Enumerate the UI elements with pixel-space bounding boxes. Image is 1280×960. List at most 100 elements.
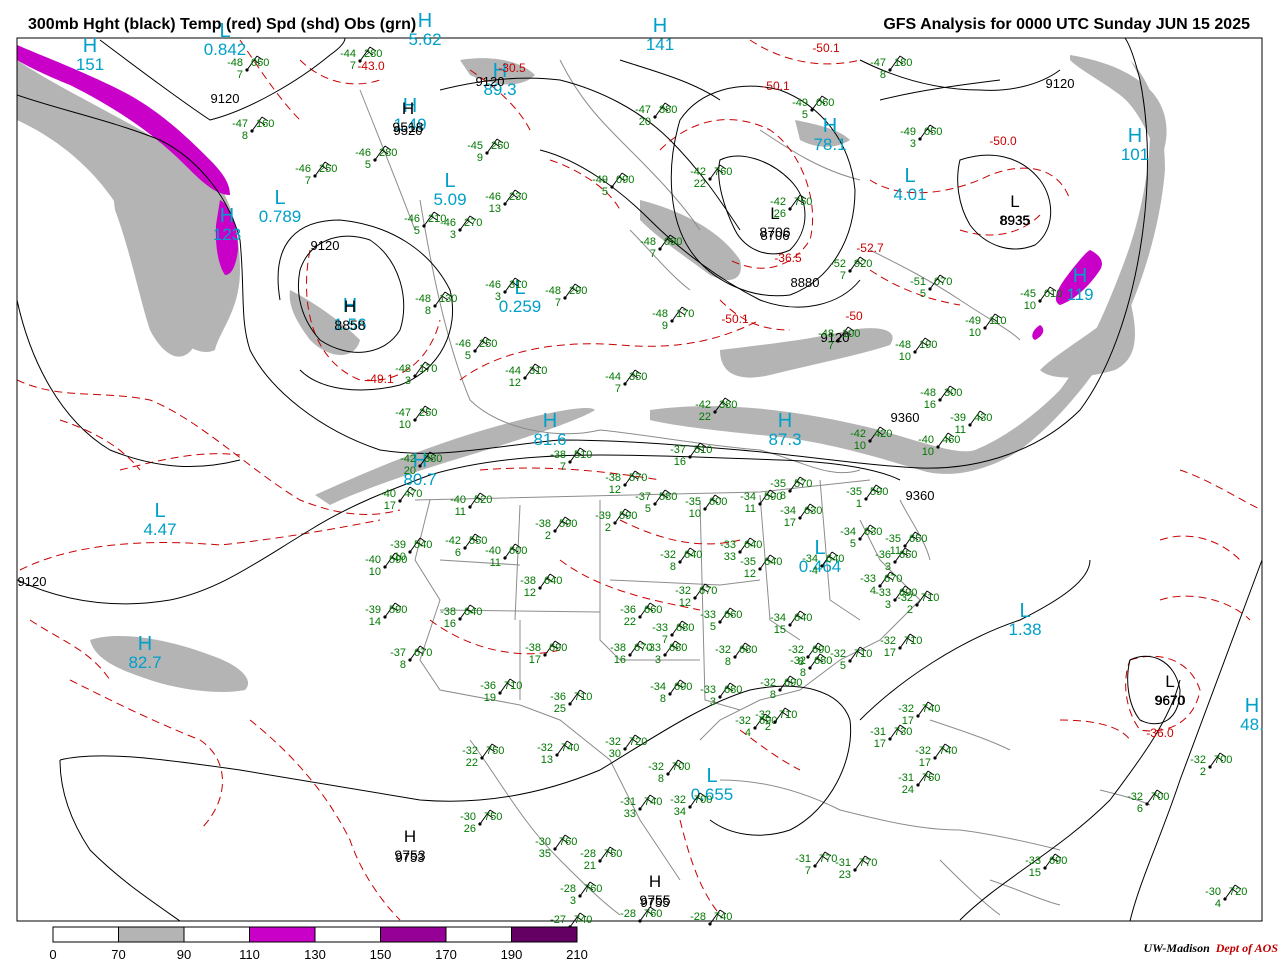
station-temperature: -32 bbox=[915, 745, 931, 757]
station-dewpoint-depression: 8 bbox=[242, 130, 248, 142]
height-contour-label: 8706 bbox=[761, 228, 790, 243]
station-dewpoint-depression: 14 bbox=[369, 616, 381, 628]
station-temperature: -42 bbox=[770, 196, 786, 208]
pressure-center-symbol: L bbox=[444, 170, 455, 192]
station-dewpoint-depression: 24 bbox=[902, 784, 914, 796]
station-temperature: -32 bbox=[897, 592, 913, 604]
station-height: 730 bbox=[894, 726, 912, 738]
station-dewpoint-depression: 7 bbox=[350, 60, 356, 72]
station-height: 090 bbox=[664, 236, 682, 248]
station-height: 720 bbox=[629, 736, 647, 748]
pressure-center-symbol: H bbox=[653, 15, 667, 37]
station-dewpoint-depression: 7 bbox=[662, 634, 668, 646]
pressure-center-value: 0.259 bbox=[499, 297, 542, 316]
station-dewpoint-depression: 34 bbox=[674, 806, 686, 818]
station-temperature: -28 bbox=[690, 911, 706, 923]
height-contour-label: 9670 bbox=[1156, 693, 1185, 708]
station-temperature: -32 bbox=[760, 677, 776, 689]
station-temperature: -48 bbox=[818, 328, 834, 340]
station-temperature: -36 bbox=[550, 691, 566, 703]
station-temperature: -46 bbox=[485, 191, 501, 203]
station-height: 640 bbox=[464, 606, 482, 618]
temperature-label: -50.1 bbox=[812, 41, 840, 55]
temperature-label: -36.5 bbox=[774, 251, 802, 265]
station-dewpoint-depression: 11 bbox=[490, 557, 501, 569]
station-height: 230 bbox=[509, 191, 527, 203]
station-dewpoint-depression: 4 bbox=[745, 727, 751, 739]
pressure-center-value: 81.6 bbox=[533, 430, 566, 449]
station-height: 690 bbox=[549, 642, 567, 654]
station-height: 710 bbox=[779, 709, 797, 721]
station-height: 310 bbox=[509, 279, 527, 291]
pressure-center-value: 4.01 bbox=[893, 185, 926, 204]
station-temperature: -45 bbox=[467, 140, 483, 152]
station-height: 310 bbox=[529, 365, 547, 377]
station-temperature: -35 bbox=[885, 533, 901, 545]
station-temperature: -44 bbox=[340, 48, 356, 60]
station-temperature: -31 bbox=[835, 857, 851, 869]
pressure-center-symbol: H bbox=[823, 115, 837, 137]
pressure-center-value: 5.09 bbox=[433, 190, 466, 209]
station-temperature: -31 bbox=[870, 726, 886, 738]
station-height: 670 bbox=[884, 573, 902, 585]
station-dewpoint-depression: 3 bbox=[495, 291, 501, 303]
height-center-symbol: H bbox=[402, 99, 414, 118]
station-temperature: -30 bbox=[460, 811, 476, 823]
station-height: 590 bbox=[389, 604, 407, 616]
station-dewpoint-depression: 5 bbox=[710, 621, 716, 633]
pressure-center-value: 87.3 bbox=[768, 430, 801, 449]
station-temperature: -32 bbox=[1127, 791, 1143, 803]
station-temperature: -35 bbox=[685, 496, 701, 508]
station-height: 590 bbox=[870, 486, 888, 498]
station-dewpoint-depression: 12 bbox=[524, 587, 536, 599]
station-height: 060 bbox=[816, 97, 834, 109]
station-temperature: -48 bbox=[640, 236, 656, 248]
station-height: 680 bbox=[676, 622, 694, 634]
pressure-center-symbol: H bbox=[418, 10, 432, 32]
pressure-center-value: 1.38 bbox=[1008, 620, 1041, 639]
station-height: 280 bbox=[364, 48, 382, 60]
station-height: 380 bbox=[719, 399, 737, 411]
station-temperature: -44 bbox=[605, 371, 621, 383]
station-height: 300 bbox=[944, 387, 962, 399]
station-dewpoint-depression: 9 bbox=[662, 320, 668, 332]
station-temperature: -39 bbox=[595, 510, 611, 522]
pressure-center-value: 4.47 bbox=[143, 520, 176, 539]
station-height: 670 bbox=[699, 585, 717, 597]
station-dewpoint-depression: 3 bbox=[885, 599, 891, 611]
station-dewpoint-depression: 12 bbox=[509, 377, 521, 389]
station-height: 640 bbox=[794, 612, 812, 624]
station-height: 680 bbox=[814, 655, 832, 667]
station-temperature: -42 bbox=[850, 428, 866, 440]
station-temperature: -32 bbox=[830, 648, 846, 660]
station-temperature: -31 bbox=[795, 853, 811, 865]
station-height: 520 bbox=[474, 494, 492, 506]
station-temperature: -32 bbox=[898, 703, 914, 715]
pressure-center-symbol: H bbox=[220, 205, 234, 227]
station-temperature: -49 bbox=[900, 126, 916, 138]
station-dewpoint-depression: 2 bbox=[907, 604, 913, 616]
station-height: 050 bbox=[924, 126, 942, 138]
station-height: 470 bbox=[404, 488, 422, 500]
station-temperature: -37 bbox=[670, 444, 686, 456]
station-height: 750 bbox=[484, 811, 502, 823]
station-dewpoint-depression: 35 bbox=[539, 848, 551, 860]
station-dewpoint-depression: 10 bbox=[969, 327, 981, 339]
station-temperature: -42 bbox=[690, 166, 706, 178]
station-dewpoint-depression: 16 bbox=[444, 618, 456, 630]
pressure-center-symbol: H bbox=[1128, 125, 1142, 147]
station-temperature: -37 bbox=[635, 491, 651, 503]
pressure-center-value: 151 bbox=[76, 55, 104, 74]
station-height: 740 bbox=[574, 914, 592, 926]
station-dewpoint-depression: 21 bbox=[584, 860, 596, 872]
station-temperature: -27 bbox=[550, 914, 566, 926]
temperature-label: -50 bbox=[845, 309, 863, 323]
pressure-center-symbol: L bbox=[706, 765, 717, 787]
station-dewpoint-depression: 26 bbox=[464, 823, 476, 835]
station-height: 280 bbox=[379, 147, 397, 159]
height-contour-label: 9120 bbox=[211, 91, 240, 106]
pressure-center-value: 141 bbox=[646, 35, 674, 54]
station-dewpoint-depression: 5 bbox=[840, 660, 846, 672]
station-temperature: -32 bbox=[670, 794, 686, 806]
temperature-label: -52.7 bbox=[856, 241, 884, 255]
